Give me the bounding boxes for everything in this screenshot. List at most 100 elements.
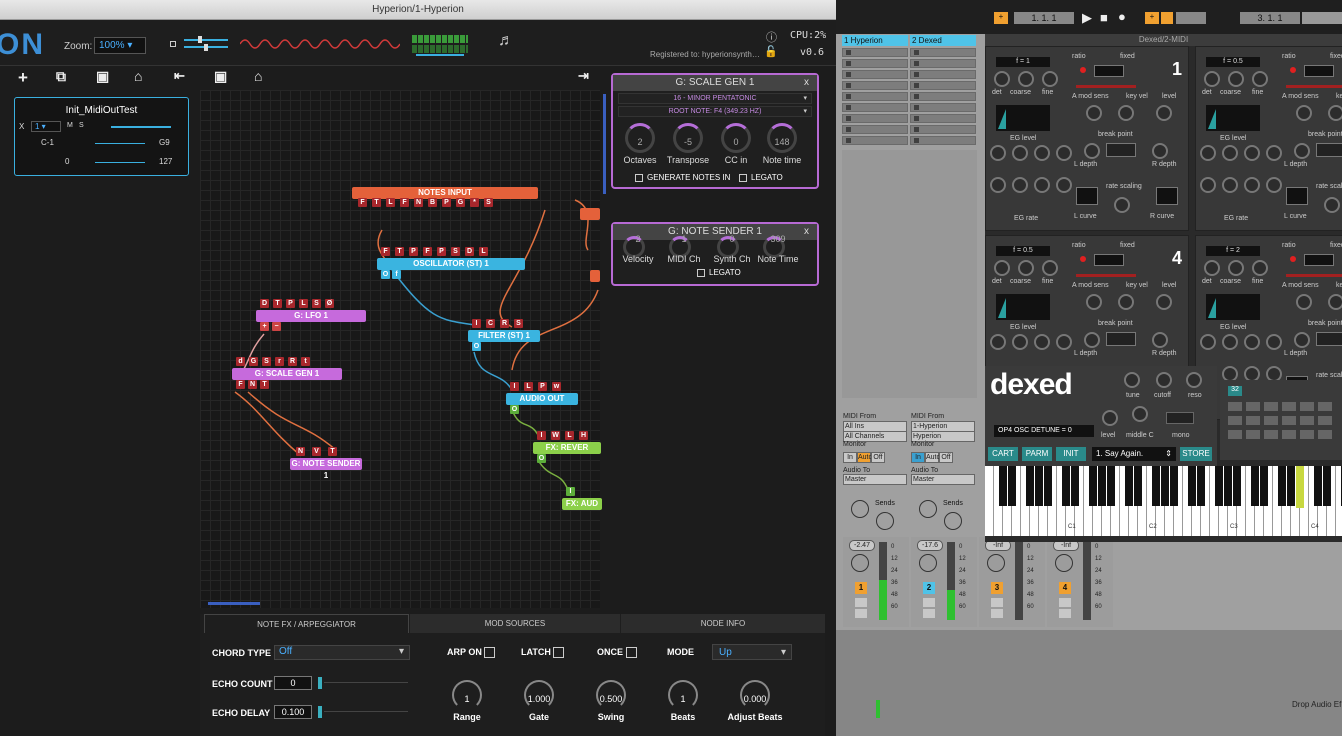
op-eg-level-knob[interactable] <box>1222 145 1238 161</box>
op-eg-level-knob[interactable] <box>1034 145 1050 161</box>
send-a-knob-2[interactable] <box>919 500 937 518</box>
node-fx-audio[interactable]: FX: AUD <box>562 498 602 510</box>
once-checkbox[interactable]: ONCE <box>597 647 641 659</box>
pin-filter-1[interactable]: C <box>486 319 495 328</box>
pin-filter-3[interactable]: S <box>514 319 523 328</box>
pin-osc_out-1[interactable]: f <box>392 270 401 279</box>
black-key[interactable] <box>1071 466 1079 506</box>
velocity-range-slider[interactable] <box>95 162 145 163</box>
black-key[interactable] <box>1098 466 1106 506</box>
solo-button-4[interactable] <box>1059 598 1071 607</box>
volume-readout-1[interactable]: -2.47 <box>849 540 875 551</box>
pin-lfo-1[interactable]: T <box>273 299 282 308</box>
op-sens-knob[interactable] <box>1296 294 1312 310</box>
send-a-knob-1[interactable] <box>851 500 869 518</box>
pin-lfo-5[interactable]: Ø <box>325 299 334 308</box>
clip-slot[interactable] <box>842 81 908 90</box>
op-tune-knob[interactable] <box>994 71 1010 87</box>
master-volume-slider[interactable] <box>164 36 230 52</box>
track-2-monitor-auto[interactable]: Auto <box>925 452 940 463</box>
node-partial-orange-2[interactable] <box>590 270 600 282</box>
session-record-icon[interactable] <box>1176 12 1206 24</box>
pin-osc_out-0[interactable]: O <box>381 270 390 279</box>
panel-scrollbar[interactable] <box>603 94 606 194</box>
pin-sender-1[interactable]: V <box>312 447 321 456</box>
pin-notes_input-2[interactable]: L <box>386 198 395 207</box>
pin-notes_input-9[interactable]: S <box>484 198 493 207</box>
op-eg-rate-knob[interactable] <box>1012 177 1028 193</box>
pin-notes_input-5[interactable]: B <box>428 198 437 207</box>
black-key[interactable] <box>1188 466 1196 506</box>
automation-icon[interactable] <box>1161 12 1173 24</box>
pin-audio_out-3[interactable]: w <box>552 382 561 391</box>
pin-notes_input-7[interactable]: G <box>456 198 465 207</box>
op-eg-level-knob[interactable] <box>990 334 1006 350</box>
op-tune-knob[interactable] <box>1204 71 1220 87</box>
black-key[interactable] <box>1260 466 1268 506</box>
op-eg-level-knob[interactable] <box>1266 145 1282 161</box>
node-note-sender[interactable]: G: NOTE SENDER 1 <box>290 458 362 480</box>
close-scale-gen-icon[interactable]: x <box>804 75 809 91</box>
parm-button[interactable]: PARM <box>1022 447 1052 461</box>
op-enable-led[interactable] <box>1290 256 1296 262</box>
pin-filter-0[interactable]: I <box>472 319 481 328</box>
track-1-monitor-in[interactable]: In <box>843 452 857 463</box>
pin-notes_input-4[interactable]: N <box>414 198 423 207</box>
clip-slot[interactable] <box>910 114 976 123</box>
track-header-hyperion[interactable]: 1 Hyperion <box>842 35 908 46</box>
track-activator-1[interactable]: 1 <box>855 582 867 594</box>
op-tune-knob[interactable] <box>1018 260 1034 276</box>
node-partial-orange-1[interactable] <box>580 208 600 220</box>
op-l-depth-knob[interactable] <box>1084 332 1100 348</box>
op-l-depth-knob[interactable] <box>1294 332 1310 348</box>
pin-scale-2[interactable]: S <box>262 357 271 366</box>
pin-sender-0[interactable]: N <box>296 447 305 456</box>
echo-delay-slider[interactable] <box>318 706 408 718</box>
pin-reverb-0[interactable]: I <box>537 431 546 440</box>
chord-type-select[interactable]: Off ▾ <box>274 645 410 660</box>
arp-on-checkbox[interactable]: ARP ON <box>447 647 499 659</box>
node-audio-out[interactable]: AUDIO OUT <box>506 393 578 405</box>
track-activator-2[interactable]: 2 <box>923 582 935 594</box>
op-eg-level-knob[interactable] <box>1012 334 1028 350</box>
pin-oscillator-0[interactable]: F <box>381 247 390 256</box>
op-l-depth-knob[interactable] <box>1084 143 1100 159</box>
op-sens-knob[interactable] <box>1118 294 1134 310</box>
black-key[interactable] <box>1134 466 1142 506</box>
black-key[interactable] <box>999 466 1007 506</box>
pin-oscillator-1[interactable]: T <box>395 247 404 256</box>
op-rate-scaling-knob[interactable] <box>1114 197 1130 213</box>
op-eg-level-knob[interactable] <box>1244 145 1260 161</box>
track-2-dest[interactable]: Master <box>911 474 975 485</box>
clip-slot[interactable] <box>910 48 976 57</box>
pin-oscillator-3[interactable]: F <box>423 247 432 256</box>
op-sens-knob[interactable] <box>1156 105 1172 121</box>
pan-knob-4[interactable] <box>1055 554 1073 572</box>
preset-card[interactable]: Init_MidiOutTest X 1 ▾ M S C-1 G9 0 127 <box>14 97 189 176</box>
op-enable-led[interactable] <box>1080 256 1086 262</box>
store-button[interactable]: STORE <box>1180 447 1212 461</box>
pin-notes_input-3[interactable]: F <box>400 198 409 207</box>
collapse-left-icon[interactable]: ⇤ <box>174 68 185 84</box>
op-eg-rate-knob[interactable] <box>1034 177 1050 193</box>
transport-position[interactable]: 1. 1. 1 <box>1014 12 1074 24</box>
op-tune-knob[interactable] <box>1204 260 1220 276</box>
tab-mod-sources[interactable]: MOD SOURCES <box>410 614 620 633</box>
black-key[interactable] <box>1224 466 1232 506</box>
cart-button[interactable]: CART <box>988 447 1018 461</box>
clip-slot[interactable] <box>910 81 976 90</box>
op-tune-knob[interactable] <box>1228 71 1244 87</box>
op-sens-knob[interactable] <box>1086 105 1102 121</box>
save-patch-icon[interactable]: ▣ <box>214 68 227 85</box>
op-eg-level-knob[interactable] <box>1200 334 1216 350</box>
pin-scale-4[interactable]: R <box>288 357 297 366</box>
pan-knob-3[interactable] <box>987 554 1005 572</box>
add-icon[interactable]: + <box>18 68 28 88</box>
pin-audio_out_o-0[interactable]: O <box>510 405 519 414</box>
save-icon[interactable]: ▣ <box>96 68 109 85</box>
clear-icon[interactable]: ⌂ <box>134 68 142 84</box>
clear-patch-icon[interactable]: ⌂ <box>254 68 262 84</box>
op-eg-level-knob[interactable] <box>1200 145 1216 161</box>
latch-checkbox[interactable]: LATCH <box>521 647 568 659</box>
node-oscillator[interactable]: OSCILLATOR (ST) 1 <box>377 258 525 270</box>
